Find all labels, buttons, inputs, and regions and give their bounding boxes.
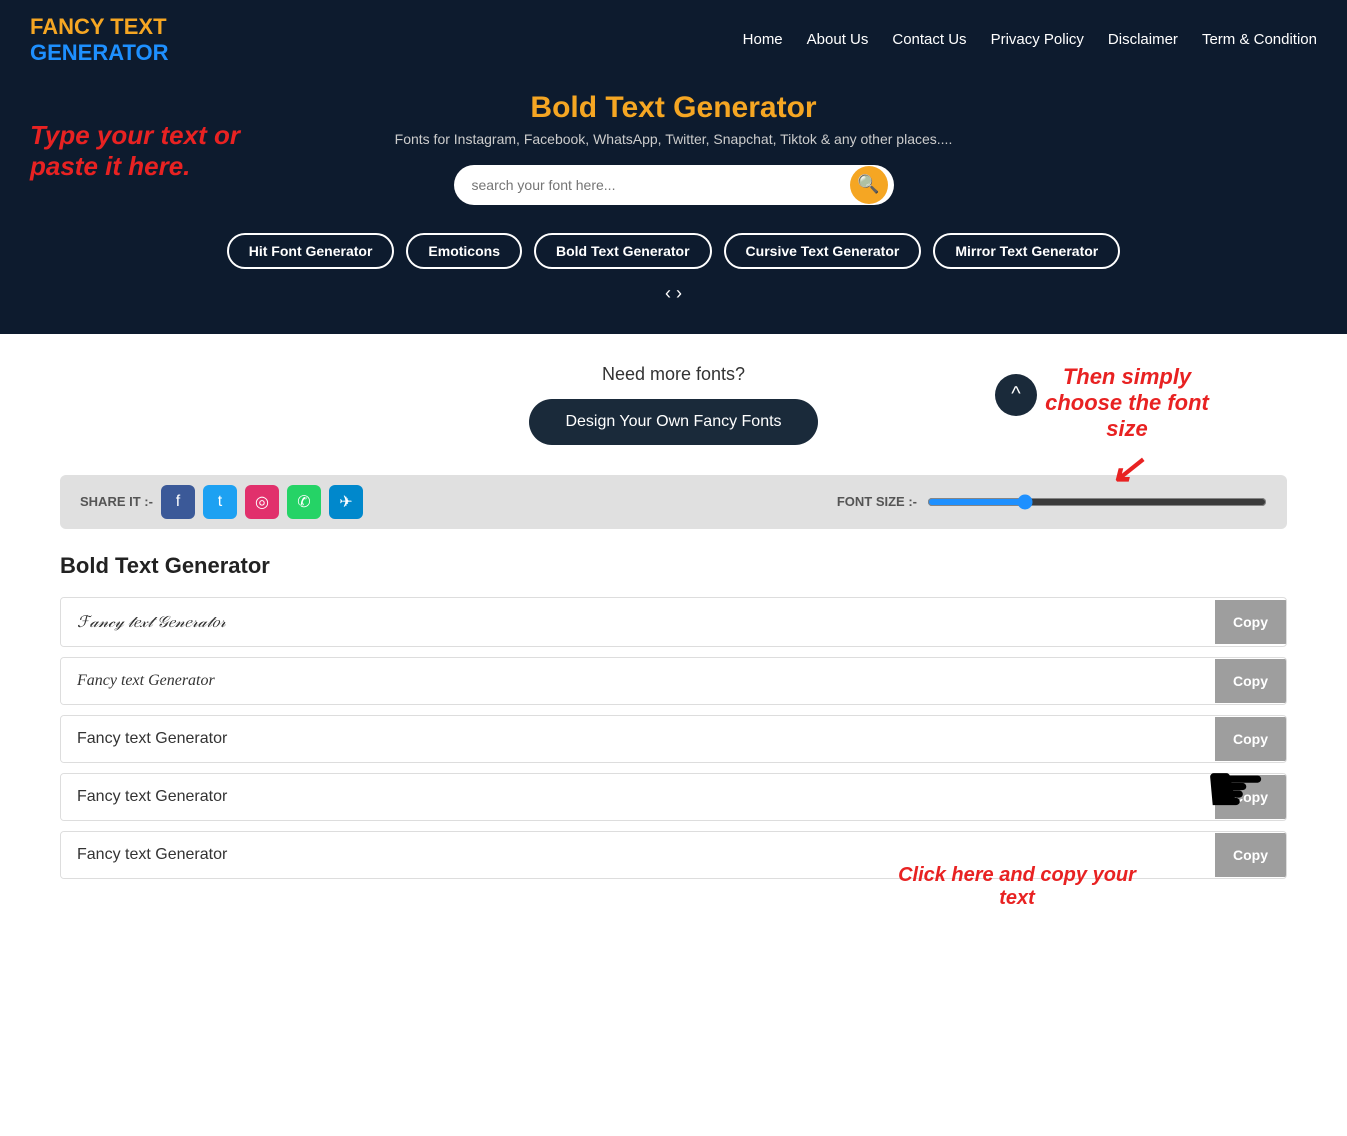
fontsize-section: FONT SIZE :- (837, 494, 1267, 510)
share-label: SHARE IT :- (80, 494, 153, 509)
whatsapp-share-button[interactable]: ✆ (287, 485, 321, 519)
search-button[interactable]: 🔍 (850, 166, 888, 204)
annotation-arrow-down: ↙ (1027, 446, 1227, 492)
font-preview: Fancy text Generator (61, 716, 1215, 762)
fontsize-label: FONT SIZE :- (837, 494, 917, 509)
hero-section: FANCY TEXT GENERATOR Home About Us Conta… (0, 0, 1347, 334)
nav-privacy[interactable]: Privacy Policy (991, 31, 1084, 48)
logo: FANCY TEXT GENERATOR (30, 14, 169, 67)
telegram-share-button[interactable]: ✈ (329, 485, 363, 519)
facebook-share-button[interactable]: f (161, 485, 195, 519)
copy-button[interactable]: Copy (1215, 659, 1286, 703)
font-row: Fancy text Generator Copy (60, 657, 1287, 705)
font-row: Fancy text Generator Copy (60, 773, 1287, 821)
tab-hit-font[interactable]: Hit Font Generator (227, 233, 395, 269)
font-rows-list: ℱ𝒶𝓃𝒸𝓎 𝓉𝑒𝓍𝓉 𝒢𝑒𝓃𝑒𝓇𝒶𝓉𝑜𝓇 Copy Fancy text Gen… (60, 597, 1287, 879)
font-row: ℱ𝒶𝓃𝒸𝓎 𝓉𝑒𝓍𝓉 𝒢𝑒𝓃𝑒𝓇𝒶𝓉𝑜𝓇 Copy (60, 597, 1287, 647)
nav-terms[interactable]: Term & Condition (1202, 31, 1317, 48)
search-input[interactable] (454, 165, 894, 205)
tabs-bar: Hit Font Generator Emoticons Bold Text G… (0, 233, 1347, 269)
nav-links: Home About Us Contact Us Privacy Policy … (743, 31, 1317, 49)
font-preview: Fancy text Generator (61, 658, 1215, 704)
fontsize-slider[interactable] (927, 494, 1267, 510)
nav-disclaimer[interactable]: Disclaimer (1108, 31, 1178, 48)
copy-button[interactable]: Copy (1215, 775, 1286, 819)
design-fonts-button[interactable]: Design Your Own Fancy Fonts (529, 399, 817, 445)
copy-button[interactable]: Copy (1215, 833, 1286, 877)
share-section: SHARE IT :- f t ◎ ✆ ✈ (80, 485, 363, 519)
navbar: FANCY TEXT GENERATOR Home About Us Conta… (0, 0, 1347, 81)
logo-generator: GENERATOR (30, 40, 169, 65)
click-annotation: Click here and copy your text (887, 864, 1147, 910)
tab-bold-text[interactable]: Bold Text Generator (534, 233, 712, 269)
font-row: Fancy text Generator Copy (60, 715, 1287, 763)
section-title: Bold Text Generator (60, 553, 1287, 579)
tab-mirror[interactable]: Mirror Text Generator (933, 233, 1120, 269)
instagram-share-button[interactable]: ◎ (245, 485, 279, 519)
main-content: ^ Then simply choose the font size ↙ Nee… (0, 334, 1347, 929)
tab-emoticons[interactable]: Emoticons (406, 233, 522, 269)
copy-button[interactable]: Copy (1215, 600, 1286, 644)
tab-cursive[interactable]: Cursive Text Generator (724, 233, 922, 269)
search-area: 🔍 (0, 165, 1347, 205)
tabs-nav-arrows[interactable]: ‹ › (0, 283, 1347, 304)
nav-home[interactable]: Home (743, 31, 783, 48)
twitter-share-button[interactable]: t (203, 485, 237, 519)
need-more-label: Need more fonts? (60, 364, 1287, 385)
font-preview: Fancy text Generator (61, 774, 1215, 820)
nav-about[interactable]: About Us (807, 31, 869, 48)
font-preview: ℱ𝒶𝓃𝒸𝓎 𝓉𝑒𝓍𝓉 𝒢𝑒𝓃𝑒𝓇𝒶𝓉𝑜𝓇 (61, 598, 1215, 646)
copy-button[interactable]: Copy (1215, 717, 1286, 761)
nav-contact[interactable]: Contact Us (892, 31, 966, 48)
logo-fancy: FANCY TEXT (30, 14, 167, 39)
